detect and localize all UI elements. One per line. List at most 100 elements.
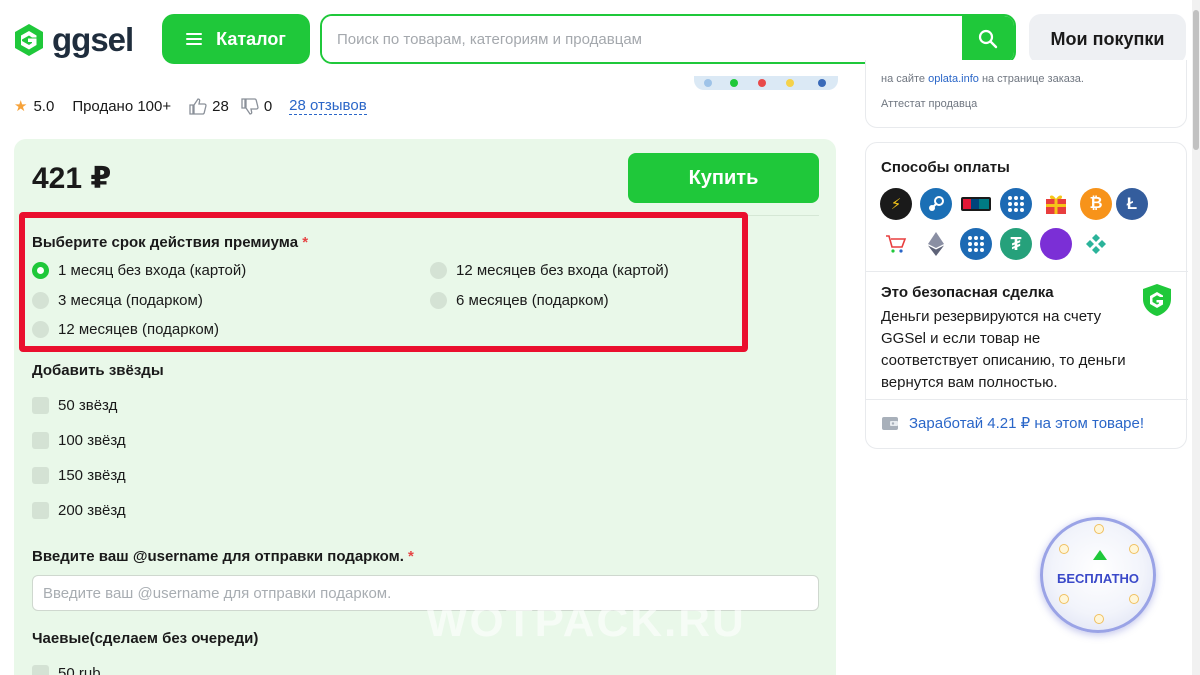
- crescent-icon: [1040, 228, 1072, 260]
- payment-info-line: на сайте oplata.info на странице заказа.: [881, 73, 1084, 85]
- premium-duration-title-text: Выберите срок действия премиума: [32, 234, 299, 251]
- arrow-up-icon: [1093, 550, 1107, 560]
- search-bar: [320, 14, 1016, 64]
- thumbs-up-icon: [189, 97, 207, 115]
- section-separator: [866, 271, 1188, 272]
- ethereum-icon: [920, 228, 952, 260]
- banner-icons: [704, 79, 826, 87]
- gift-icon: [1040, 188, 1072, 220]
- radio-unchecked-icon: [32, 321, 49, 338]
- required-mark: *: [302, 234, 309, 251]
- product-price: 421 ₽: [32, 162, 112, 195]
- checkbox-icon: [32, 665, 49, 675]
- seller-info-card: на сайте oplata.info на странице заказа.…: [865, 60, 1187, 128]
- coin-icon: [1059, 544, 1069, 554]
- premium-option-12m-gift[interactable]: 12 месяцев (подарком): [32, 321, 219, 338]
- tips-option-label: 50 rub: [58, 665, 101, 675]
- safe-deal-text: Деньги резервируются на счету GGSel и ес…: [881, 308, 1126, 391]
- webmoney-icon: [1000, 188, 1032, 220]
- section-separator: [866, 399, 1188, 400]
- coin-icon: [1094, 614, 1104, 624]
- wallet-icon: [882, 417, 898, 430]
- dislikes-count: 0: [263, 97, 273, 115]
- checkbox-icon: [32, 467, 49, 484]
- star-icon: ★: [14, 98, 28, 115]
- thumbs-down-icon: [241, 97, 259, 115]
- payment-methods-title: Способы оплаты: [881, 159, 1010, 176]
- premium-option-12m-card[interactable]: 12 месяцев без входа (картой): [430, 262, 669, 279]
- stars-option-label: 200 звёзд: [58, 502, 126, 519]
- scrollbar-thumb[interactable]: [1193, 10, 1199, 150]
- page-scrollbar[interactable]: [1192, 0, 1200, 675]
- stars-option-label: 100 звёзд: [58, 432, 126, 449]
- likes-count: 28: [212, 97, 229, 115]
- coin-icon: [1129, 544, 1139, 554]
- dislikes[interactable]: 0: [241, 98, 272, 115]
- premium-option-3m-gift[interactable]: 3 месяца (подарком): [32, 292, 203, 309]
- radio-unchecked-icon: [32, 292, 49, 309]
- payment-methods-card: Способы оплаты ⚡ ₿ Ł ₮ Это безопасная сд…: [865, 142, 1188, 449]
- premium-option-label: 3 месяца (подарком): [58, 292, 203, 309]
- premium-option-6m-gift[interactable]: 6 месяцев (подарком): [430, 292, 609, 309]
- checkbox-icon: [32, 397, 49, 414]
- diamond-pattern-icon: [1080, 228, 1112, 260]
- premium-option-1m-card[interactable]: 1 месяц без входа (картой): [32, 262, 246, 279]
- stars-option-100[interactable]: 100 звёзд: [32, 432, 126, 449]
- premium-duration-title: Выберите срок действия премиума *: [32, 234, 308, 251]
- litecoin-icon: Ł: [1116, 188, 1148, 220]
- stars-option-200[interactable]: 200 звёзд: [32, 502, 126, 519]
- username-input[interactable]: [32, 575, 819, 611]
- info-suffix: на странице заказа.: [981, 73, 1084, 85]
- premium-option-label: 1 месяц без входа (картой): [58, 262, 247, 279]
- stars-option-label: 50 звёзд: [58, 397, 118, 414]
- reviews-link[interactable]: 28 отзывов: [289, 97, 367, 115]
- product-stats: ★ 5.0 Продано 100+ 28 0 28 отзывов: [14, 96, 367, 116]
- radio-unchecked-icon: [430, 262, 447, 279]
- shield-icon: [1143, 284, 1171, 316]
- add-stars-title: Добавить звёзды: [32, 362, 164, 379]
- coin-icon: [1129, 594, 1139, 604]
- buy-button[interactable]: Купить: [628, 153, 819, 203]
- premium-option-label: 6 месяцев (подарком): [456, 292, 609, 309]
- free-bonus-badge[interactable]: БЕСПЛАТНО: [1040, 517, 1156, 633]
- info-prefix: на сайте: [881, 73, 926, 85]
- earn-label: Заработай 4.21 ₽ на этом товаре!: [909, 415, 1145, 432]
- bitcoin-icon: ₿: [1080, 188, 1112, 220]
- username-title-text: Введите ваш @username для отправки подар…: [32, 548, 404, 565]
- coin-icon: [1094, 524, 1104, 534]
- catalog-label: Каталог: [216, 28, 286, 49]
- ggsel-logo-icon: [15, 24, 43, 56]
- rating-value: 5.0: [33, 97, 55, 115]
- free-badge-label: БЕСПЛАТНО: [1056, 571, 1140, 586]
- search-button[interactable]: [962, 16, 1014, 62]
- site-logo[interactable]: ggsel: [12, 21, 134, 58]
- menu-icon: [186, 33, 203, 45]
- checkbox-icon: [32, 502, 49, 519]
- my-purchases-button[interactable]: Мои покупки: [1029, 14, 1186, 64]
- logo-text: ggsel: [52, 21, 134, 58]
- search-icon: [978, 29, 998, 49]
- username-title: Введите ваш @username для отправки подар…: [32, 548, 414, 565]
- coin-icon: [1059, 594, 1069, 604]
- safe-deal-title: Это безопасная сделка: [881, 284, 1054, 301]
- seller-attest-link[interactable]: Аттестат продавца: [881, 98, 977, 110]
- search-input[interactable]: [322, 16, 962, 62]
- oplata-link[interactable]: oplata.info: [928, 73, 979, 85]
- radio-unchecked-icon: [430, 292, 447, 309]
- likes[interactable]: 28: [189, 98, 229, 115]
- tips-option-50[interactable]: 50 rub: [32, 665, 101, 675]
- sold-count: Продано 100+: [72, 97, 172, 115]
- catalog-button[interactable]: Каталог: [162, 14, 310, 64]
- cart-icon: [880, 228, 912, 260]
- checkbox-icon: [32, 432, 49, 449]
- premium-option-label: 12 месяцев (подарком): [58, 321, 219, 338]
- webmoney-globe-icon: [960, 228, 992, 260]
- lightning-icon: ⚡: [880, 188, 912, 220]
- stars-option-50[interactable]: 50 звёзд: [32, 397, 117, 414]
- stars-option-label: 150 звёзд: [58, 467, 126, 484]
- card-divider: [32, 215, 819, 216]
- steam-icon: [920, 188, 952, 220]
- earn-link[interactable]: Заработай 4.21 ₽ на этом товаре!: [881, 414, 1144, 432]
- required-mark: *: [408, 548, 414, 565]
- stars-option-150[interactable]: 150 звёзд: [32, 467, 126, 484]
